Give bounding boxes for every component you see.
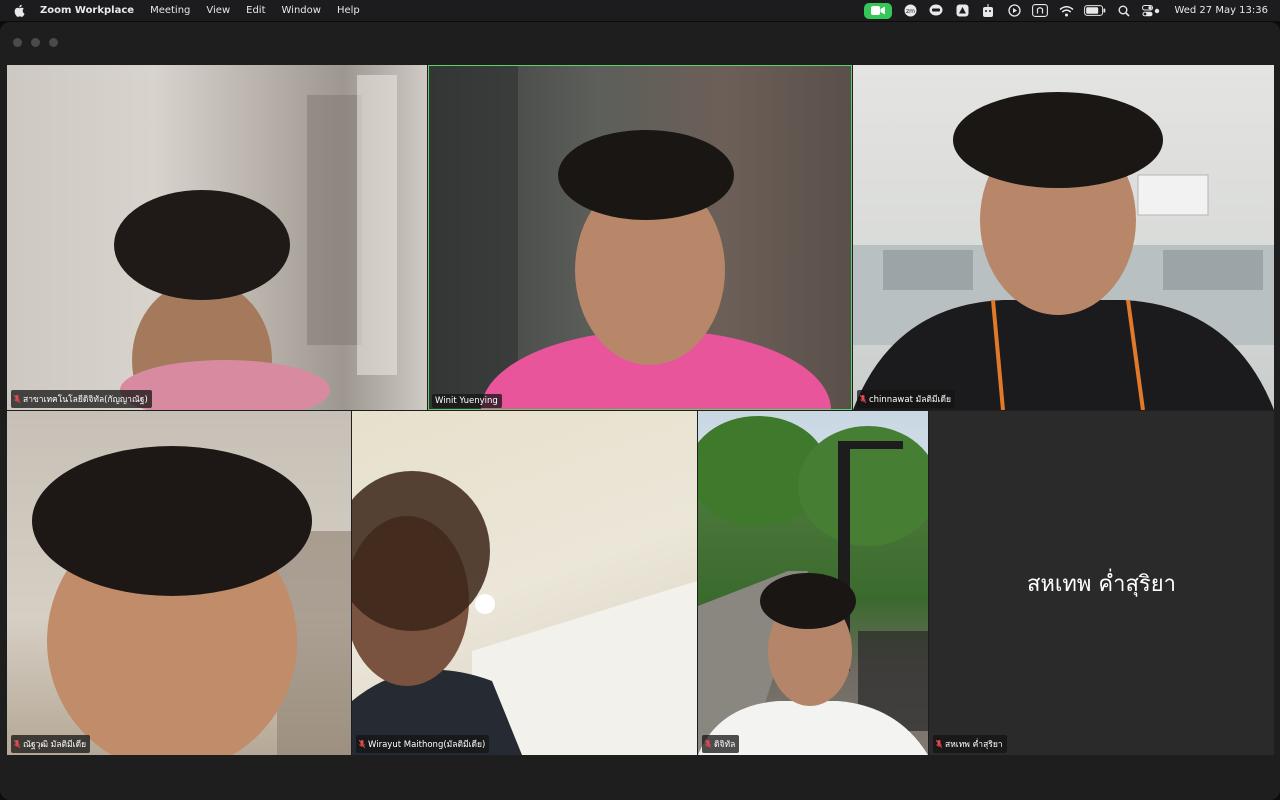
drive-icon[interactable] <box>954 4 970 18</box>
line-icon[interactable] <box>928 4 944 18</box>
zoom-window-button[interactable] <box>49 37 58 47</box>
participant-name-tag: ดิจิทัล <box>702 735 740 753</box>
close-window-button[interactable] <box>13 37 22 47</box>
zoom-camera-icon[interactable] <box>864 2 893 19</box>
battery-icon[interactable] <box>1084 4 1106 18</box>
control-center-icon[interactable] <box>1142 4 1160 18</box>
muted-mic-icon <box>704 739 712 749</box>
participant-name-tag: Winit Yuenying <box>432 394 502 408</box>
participant-name: chinnawat มัลติมีเดีย <box>869 395 951 405</box>
participant-name-tag: Wirayut Maithong(มัลติมีเดีย) <box>356 735 490 753</box>
bot-icon[interactable] <box>980 3 996 18</box>
participant-name: Winit Yuenying <box>435 396 498 406</box>
participant-video-2 <box>428 65 831 410</box>
search-icon[interactable] <box>1116 4 1132 18</box>
participant-name: สหเทพ ค่ำสุริยา <box>945 740 1003 750</box>
menu-bar: Zoom Workplace Meeting View Edit Window … <box>0 0 1280 21</box>
muted-mic-icon <box>859 394 867 404</box>
minimize-window-button[interactable] <box>31 37 40 47</box>
menu-window[interactable]: Window <box>282 5 321 16</box>
participant-tile-4[interactable]: ณัฐวุฒิ มัลติมีเดีย <box>7 411 351 755</box>
zoom-meeting-window: สาขาเทคโนโลยีดิจิทัล(กัญญาณัฐ) Winit Yue… <box>0 22 1280 800</box>
participant-video-6 <box>698 416 928 755</box>
participant-name: สาขาเทคโนโลยีดิจิทัล(กัญญาณัฐ) <box>23 395 148 405</box>
participant-name-tag: chinnawat มัลติมีเดีย <box>857 390 955 408</box>
participant-display-name: สหเทพ ค่ำสุริยา <box>1026 571 1176 597</box>
input-source-icon[interactable] <box>1032 4 1049 18</box>
window-titlebar <box>0 22 1280 62</box>
participant-video-1 <box>114 75 397 410</box>
participant-name: ณัฐวุฒิ มัลติมีเดีย <box>23 740 87 750</box>
svg-text:zm: zm <box>906 8 915 15</box>
participant-video-4 <box>32 446 351 755</box>
muted-mic-icon <box>13 394 21 404</box>
wifi-icon[interactable] <box>1058 4 1074 18</box>
participant-tile-6[interactable]: ดิจิทัล <box>698 411 928 755</box>
apple-icon[interactable] <box>12 4 26 18</box>
participant-name: Wirayut Maithong(มัลติมีเดีย) <box>368 740 486 750</box>
app-icon[interactable]: zm <box>902 4 918 18</box>
participant-tile-7[interactable]: สหเทพ ค่ำสุริยา สหเทพ ค่ำสุริยา <box>929 411 1274 755</box>
participant-video-3 <box>853 92 1274 410</box>
muted-mic-icon <box>358 739 366 749</box>
play-icon[interactable] <box>1006 4 1022 18</box>
participant-video-5 <box>352 471 697 755</box>
menu-view[interactable]: View <box>206 5 230 16</box>
menu-edit[interactable]: Edit <box>246 5 265 16</box>
participant-name-tag: สหเทพ ค่ำสุริยา <box>933 735 1007 753</box>
menu-clock[interactable]: Wed 27 May 13:36 <box>1174 5 1268 16</box>
participant-name-tag: ณัฐวุฒิ มัลติมีเดีย <box>11 735 91 753</box>
participant-tile-5[interactable]: Wirayut Maithong(มัลติมีเดีย) <box>352 411 697 755</box>
menu-app-name[interactable]: Zoom Workplace <box>40 5 134 16</box>
participant-tile-2[interactable]: Winit Yuenying <box>428 65 852 410</box>
muted-mic-icon <box>935 739 943 749</box>
participant-name: ดิจิทัล <box>714 740 736 750</box>
muted-mic-icon <box>13 739 21 749</box>
menu-meeting[interactable]: Meeting <box>150 5 190 16</box>
participant-name-tag: สาขาเทคโนโลยีดิจิทัล(กัญญาณัฐ) <box>11 390 152 408</box>
menu-help[interactable]: Help <box>337 5 360 16</box>
participant-tile-3[interactable]: chinnawat มัลติมีเดีย <box>853 65 1274 410</box>
participant-tile-1[interactable]: สาขาเทคโนโลยีดิจิทัล(กัญญาณัฐ) <box>7 65 427 410</box>
